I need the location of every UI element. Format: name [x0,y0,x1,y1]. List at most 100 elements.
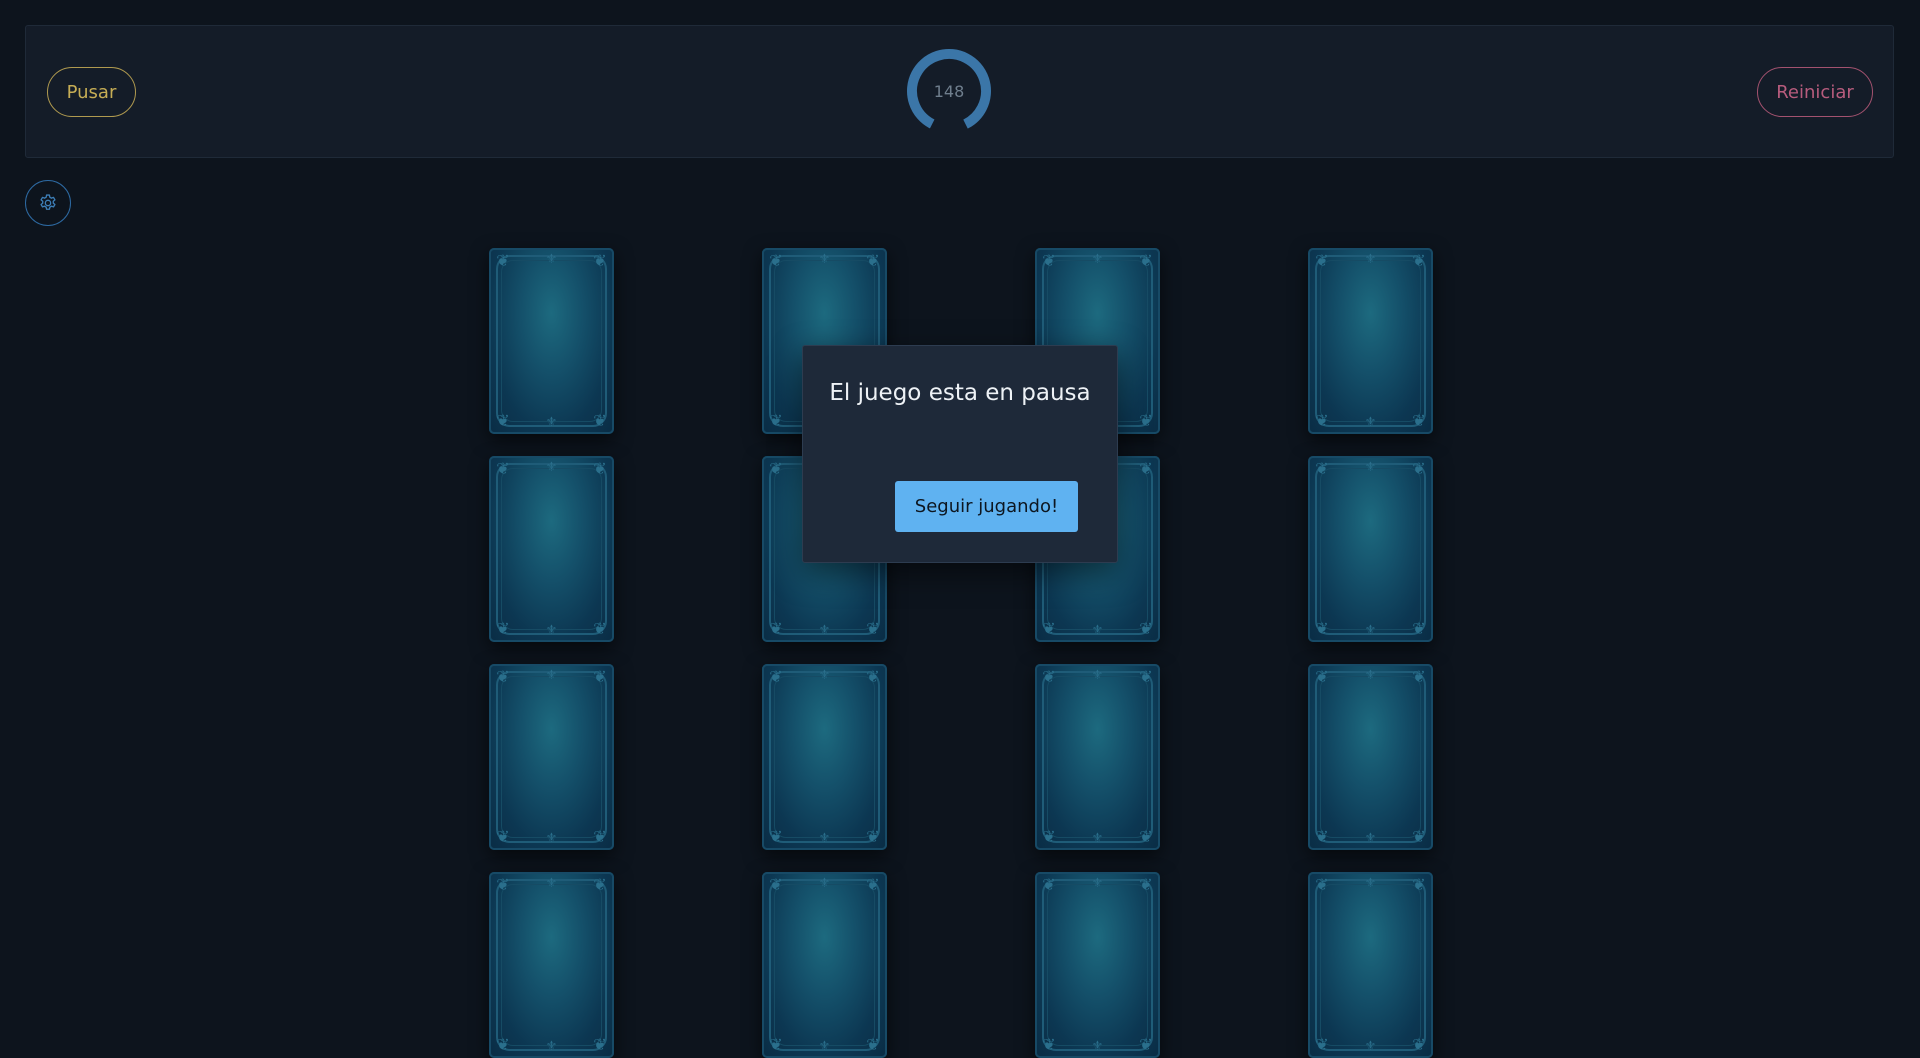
pause-dialog-title: El juego esta en pausa [829,380,1091,406]
corner-ornament-icon: ❦ [1412,459,1426,478]
corner-ornament-icon: ❦ [1139,411,1153,430]
card-back[interactable]: ❦ ❦ ❦ ❦ ⚜ ⚜ [1035,664,1160,850]
corner-ornament-icon: ❦ [1315,667,1329,686]
corner-ornament-icon: ❦ [1042,875,1056,894]
corner-ornament-icon: ❦ [1315,1035,1329,1054]
corner-ornament-icon: ❦ [496,459,510,478]
card-back[interactable]: ❦ ❦ ❦ ❦ ⚜ ⚜ [1308,456,1433,642]
fleur-de-lis-icon: ⚜ [1364,460,1377,475]
corner-ornament-icon: ❦ [1139,251,1153,270]
corner-ornament-icon: ❦ [496,667,510,686]
card-back[interactable]: ❦ ❦ ❦ ❦ ⚜ ⚜ [1308,248,1433,434]
corner-ornament-icon: ❦ [1315,411,1329,430]
corner-ornament-icon: ❦ [769,619,783,638]
fleur-de-lis-icon: ⚜ [1364,668,1377,683]
corner-ornament-icon: ❦ [1139,619,1153,638]
card-inner-frame [1320,676,1421,838]
corner-ornament-icon: ❦ [769,411,783,430]
card-inner-frame [774,884,875,1046]
card-back[interactable]: ❦ ❦ ❦ ❦ ⚜ ⚜ [489,248,614,434]
card-inner-frame [774,676,875,838]
corner-ornament-icon: ❦ [593,827,607,846]
corner-ornament-icon: ❦ [769,459,783,478]
corner-ornament-icon: ❦ [1412,875,1426,894]
fleur-de-lis-icon: ⚜ [818,252,831,267]
card-inner-frame [1320,884,1421,1046]
corner-ornament-icon: ❦ [593,251,607,270]
card-back[interactable]: ❦ ❦ ❦ ❦ ⚜ ⚜ [489,664,614,850]
fleur-de-lis-icon: ⚜ [545,623,558,638]
continue-playing-button[interactable]: Seguir jugando! [895,481,1078,532]
corner-ornament-icon: ❦ [496,251,510,270]
fleur-de-lis-icon: ⚜ [1364,1039,1377,1054]
fleur-de-lis-icon: ⚜ [1091,876,1104,891]
fleur-de-lis-icon: ⚜ [1364,623,1377,638]
corner-ornament-icon: ❦ [866,1035,880,1054]
settings-button[interactable] [25,180,71,226]
corner-ornament-icon: ❦ [593,875,607,894]
corner-ornament-icon: ❦ [769,251,783,270]
fleur-de-lis-icon: ⚜ [818,668,831,683]
corner-ornament-icon: ❦ [866,827,880,846]
fleur-de-lis-icon: ⚜ [545,1039,558,1054]
card-back[interactable]: ❦ ❦ ❦ ❦ ⚜ ⚜ [1035,872,1160,1058]
fleur-de-lis-icon: ⚜ [545,460,558,475]
fleur-de-lis-icon: ⚜ [1091,252,1104,267]
fleur-de-lis-icon: ⚜ [545,831,558,846]
corner-ornament-icon: ❦ [866,667,880,686]
card-inner-frame [501,468,602,630]
fleur-de-lis-icon: ⚜ [1364,831,1377,846]
corner-ornament-icon: ❦ [1139,875,1153,894]
card-back[interactable]: ❦ ❦ ❦ ❦ ⚜ ⚜ [489,456,614,642]
gear-icon [40,194,56,210]
corner-ornament-icon: ❦ [1139,1035,1153,1054]
fleur-de-lis-icon: ⚜ [1091,623,1104,638]
fleur-de-lis-icon: ⚜ [818,831,831,846]
top-bar: Pusar 148 Reiniciar [25,25,1894,158]
card-inner-frame [1320,468,1421,630]
corner-ornament-icon: ❦ [866,875,880,894]
corner-ornament-icon: ❦ [593,1035,607,1054]
corner-ornament-icon: ❦ [1139,827,1153,846]
corner-ornament-icon: ❦ [496,411,510,430]
corner-ornament-icon: ❦ [1139,459,1153,478]
card-inner-frame [1047,884,1148,1046]
fleur-de-lis-icon: ⚜ [1364,415,1377,430]
corner-ornament-icon: ❦ [496,875,510,894]
corner-ornament-icon: ❦ [593,411,607,430]
corner-ornament-icon: ❦ [1042,827,1056,846]
corner-ornament-icon: ❦ [1315,459,1329,478]
fleur-de-lis-icon: ⚜ [818,876,831,891]
fleur-de-lis-icon: ⚜ [1364,876,1377,891]
corner-ornament-icon: ❦ [496,1035,510,1054]
corner-ornament-icon: ❦ [496,619,510,638]
pause-dialog: El juego esta en pausa Seguir jugando! [802,345,1118,563]
card-inner-frame [501,260,602,422]
timer-value: 148 [933,81,965,101]
fleur-de-lis-icon: ⚜ [545,668,558,683]
fleur-de-lis-icon: ⚜ [1091,831,1104,846]
corner-ornament-icon: ❦ [1412,1035,1426,1054]
corner-ornament-icon: ❦ [1042,1035,1056,1054]
corner-ornament-icon: ❦ [1042,619,1056,638]
pause-button[interactable]: Pusar [47,67,136,117]
fleur-de-lis-icon: ⚜ [545,415,558,430]
card-inner-frame [1047,676,1148,838]
corner-ornament-icon: ❦ [769,875,783,894]
card-back[interactable]: ❦ ❦ ❦ ❦ ⚜ ⚜ [489,872,614,1058]
fleur-de-lis-icon: ⚜ [545,252,558,267]
card-inner-frame [501,884,602,1046]
restart-button[interactable]: Reiniciar [1757,67,1873,117]
card-back[interactable]: ❦ ❦ ❦ ❦ ⚜ ⚜ [1308,664,1433,850]
card-back[interactable]: ❦ ❦ ❦ ❦ ⚜ ⚜ [762,664,887,850]
card-back[interactable]: ❦ ❦ ❦ ❦ ⚜ ⚜ [1308,872,1433,1058]
corner-ornament-icon: ❦ [593,619,607,638]
fleur-de-lis-icon: ⚜ [818,623,831,638]
corner-ornament-icon: ❦ [1042,667,1056,686]
corner-ornament-icon: ❦ [1412,619,1426,638]
fleur-de-lis-icon: ⚜ [1091,668,1104,683]
card-back[interactable]: ❦ ❦ ❦ ❦ ⚜ ⚜ [762,872,887,1058]
fleur-de-lis-icon: ⚜ [1091,1039,1104,1054]
corner-ornament-icon: ❦ [1042,251,1056,270]
card-inner-frame [1320,260,1421,422]
